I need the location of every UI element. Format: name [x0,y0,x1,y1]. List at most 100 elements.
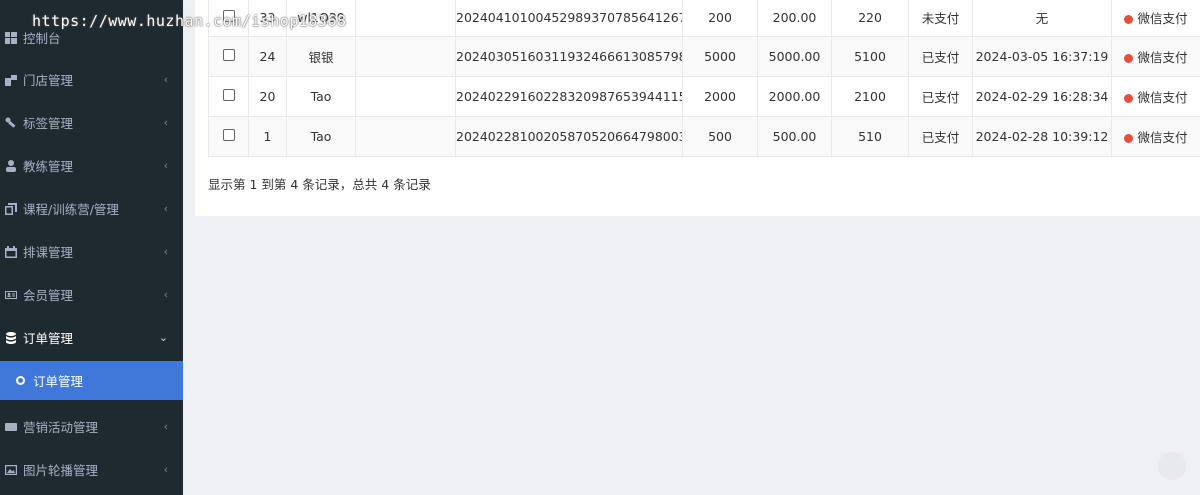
order-paid-time: 无 [972,0,1112,37]
status-dot-icon [1124,15,1134,25]
sidebar-item-label: 门店管理 [23,73,74,88]
sidebar-item-label: 教练管理 [23,159,74,174]
order-status: 已支付 [908,76,973,117]
order-user: Tao [286,116,356,157]
sidebar-item-label: 订单管理 [23,331,74,346]
pagination-info: 显示第 1 到第 4 条记录，总共 4 条记录 [208,177,431,192]
status-dot-icon [1124,93,1134,103]
order-extra [355,36,456,77]
orders-panel: 33 wl1Q39 20240410100452989370785641267​… [195,0,1200,216]
table-row: 24 银银 20240305160311932466613085798​4 50… [208,36,1200,77]
sidebar-item-stores[interactable]: 门店管理 ‹ [0,58,183,101]
order-number: 20240229160228320987653944115​2 [455,76,683,117]
table-row: 20 Tao 20240229160228320987653944115​2 2… [208,76,1200,117]
order-pay-method: 微信支付 [1111,0,1200,37]
order-qty: 500 [682,116,758,157]
sidebar-item-members[interactable]: 会员管理 ‹ [0,273,183,316]
chevron-left-icon: ‹ [163,202,168,215]
database-icon [4,331,18,345]
order-qty: 5000 [682,36,758,77]
order-status: 已支付 [908,116,973,157]
watermark-url: https://www.huzhan.com/ishop18368 [32,12,347,30]
table-row: 33 wl1Q39 20240410100452989370785641267​… [208,0,1200,37]
pay-method-label: 微信支付 [1137,49,1188,65]
sidebar-item-label: 控制台 [23,31,61,46]
row-checkbox[interactable] [222,48,235,61]
order-points: 2100 [831,76,909,117]
sidebar-item-courses[interactable]: 课程/训练营/管理 ‹ [0,187,183,230]
chevron-left-icon: ‹ [163,463,168,476]
sidebar-item-coaches[interactable]: 教练管理 ‹ [0,144,183,187]
visa-icon [4,420,18,434]
order-points: 510 [831,116,909,157]
pay-method-label: 微信支付 [1137,129,1188,145]
user-icon [4,159,18,173]
sidebar-item-label: 会员管理 [23,288,74,303]
windows-icon [4,31,18,45]
sidebar-item-label: 营销活动管理 [23,420,99,435]
chevron-left-icon: ‹ [163,159,168,172]
sidebar: 控制台 门店管理 ‹ 标签管理 ‹ 教练管理 ‹ 课程/训练营/管理 ‹ 排课管… [0,0,183,495]
order-number: 20240410100452989370785641267​2 [455,0,683,37]
order-number: 20240228100205870520664798003​2 [455,116,683,157]
order-qty: 2000 [682,76,758,117]
row-checkbox-cell [208,36,249,77]
order-points: 220 [831,0,909,37]
order-extra [355,0,456,37]
order-pay-method: 微信支付 [1111,76,1200,117]
circle-icon [16,376,25,385]
sidebar-item-label: 课程/训练营/管理 [23,202,119,217]
order-extra [355,76,456,117]
chevron-left-icon: ‹ [163,420,168,433]
row-checkbox-cell [208,116,249,157]
chevron-down-icon: ⌄ [158,331,168,344]
orders-table: 33 wl1Q39 20240410100452989370785641267​… [208,0,1200,157]
order-extra [355,116,456,157]
order-paid-time: 2024-02-29 16:28:34 [972,76,1112,117]
row-checkbox[interactable] [222,88,235,101]
sidebar-item-orders[interactable]: 订单管理 ⌄ [0,316,183,359]
status-dot-icon [1124,133,1134,143]
order-amount: 200.00 [757,0,832,37]
sidebar-item-label: 标签管理 [23,116,74,131]
order-amount: 2000.00 [757,76,832,117]
table-row: 1 Tao 20240228100205870520664798003​2 50… [208,116,1200,157]
order-paid-time: 2024-03-05 16:37:19 [972,36,1112,77]
copy-icon [4,202,18,216]
order-number: 20240305160311932466613085798​4 [455,36,683,77]
tag-icon [4,116,18,130]
order-amount: 5000.00 [757,36,832,77]
order-status: 已支付 [908,36,973,77]
chevron-left-icon: ‹ [163,116,168,129]
order-amount: 500.00 [757,116,832,157]
pay-method-label: 微信支付 [1137,89,1188,105]
order-id: 1 [248,116,287,157]
sidebar-subitem-label: 订单管理 [33,374,84,389]
calendar-icon [4,245,18,259]
row-checkbox[interactable] [222,128,235,141]
sidebar-item-label: 图片轮播管理 [23,463,99,478]
sidebar-item-marketing[interactable]: 营销活动管理 ‹ [0,405,183,448]
order-pay-method: 微信支付 [1111,36,1200,77]
order-user: Tao [286,76,356,117]
sidebar-item-tags[interactable]: 标签管理 ‹ [0,101,183,144]
order-pay-method: 微信支付 [1111,116,1200,157]
store-icon [4,73,18,87]
status-dot-icon [1124,53,1134,63]
chevron-left-icon: ‹ [163,288,168,301]
pay-method-label: 微信支付 [1137,11,1188,27]
sidebar-item-banners[interactable]: 图片轮播管理 ‹ [0,448,183,491]
scroll-top-icon[interactable] [1158,452,1186,480]
chevron-left-icon: ‹ [163,73,168,86]
order-points: 5100 [831,36,909,77]
id-card-icon [4,288,18,302]
order-id: 24 [248,36,287,77]
sidebar-subitem-orders[interactable]: 订单管理 [0,361,183,400]
order-qty: 200 [682,0,758,37]
order-id: 20 [248,76,287,117]
order-status: 未支付 [908,0,973,37]
image-icon [4,463,18,477]
order-user: 银银 [286,36,356,77]
order-paid-time: 2024-02-28 10:39:12 [972,116,1112,157]
sidebar-item-schedule[interactable]: 排课管理 ‹ [0,230,183,273]
